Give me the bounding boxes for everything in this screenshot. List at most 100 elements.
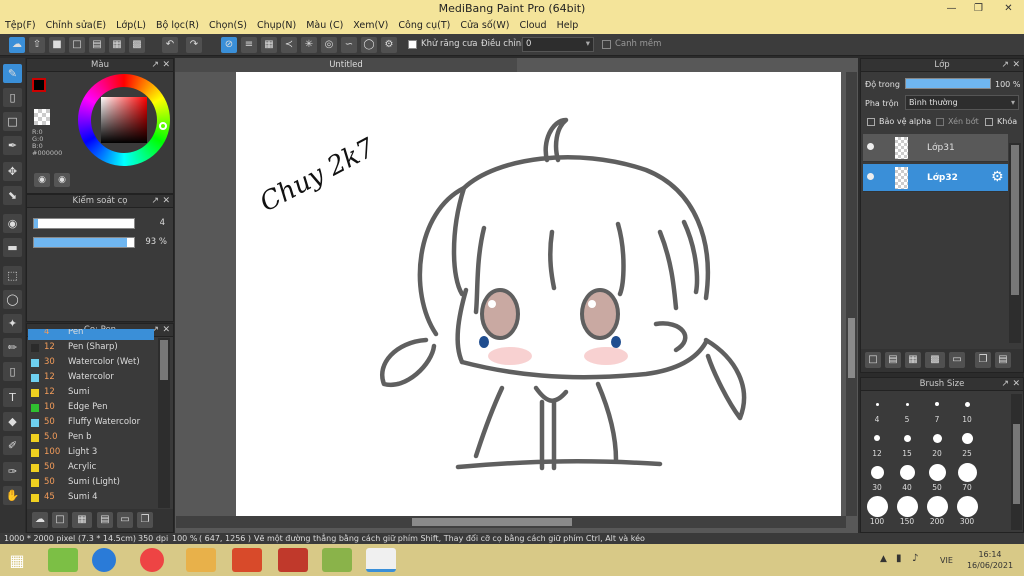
- brush-size-option[interactable]: 300: [953, 495, 981, 527]
- brush-size-option[interactable]: 25: [953, 427, 981, 459]
- clock[interactable]: 16:14 16/06/2021: [962, 549, 1018, 571]
- brush-item[interactable]: 12 Watercolor: [28, 370, 154, 385]
- comment-icon[interactable]: ■: [49, 37, 65, 53]
- close-icon[interactable]: ✕: [162, 195, 170, 208]
- menu-window[interactable]: Cửa số(W): [455, 17, 514, 34]
- adjust-input[interactable]: 0 ▾: [522, 37, 594, 52]
- layer-folder-icon[interactable]: ▭: [949, 352, 965, 368]
- circle-snap-icon[interactable]: ◯: [361, 37, 377, 53]
- network-icon[interactable]: ▮: [896, 553, 902, 564]
- new-halftone-layer-icon[interactable]: ▤: [885, 352, 901, 368]
- brush-size-option[interactable]: 4: [863, 393, 891, 425]
- chat-icon[interactable]: □: [69, 37, 85, 53]
- lock-checkbox[interactable]: [985, 118, 993, 126]
- cloud-icon[interactable]: ☁: [9, 37, 25, 53]
- brush-size-option[interactable]: 70: [953, 461, 981, 493]
- powerpoint-icon[interactable]: [232, 548, 262, 572]
- popout-icon[interactable]: ↗: [151, 195, 159, 208]
- language-indicator[interactable]: VIE: [940, 556, 953, 565]
- curve-snap-icon[interactable]: ∽: [341, 37, 357, 53]
- eye-icon[interactable]: [867, 173, 874, 180]
- gradient-tool-icon[interactable]: ▬: [3, 238, 22, 257]
- brush-size-slider[interactable]: [33, 218, 135, 229]
- brush-item[interactable]: 30 Watercolor (Wet): [28, 355, 154, 370]
- brush-size-option[interactable]: 10: [953, 393, 981, 425]
- saturation-square[interactable]: [101, 97, 147, 143]
- antialias-checkbox[interactable]: [408, 40, 417, 49]
- select-move-icon[interactable]: ⬊: [3, 186, 22, 205]
- new-layer-icon[interactable]: □: [865, 352, 881, 368]
- menu-file[interactable]: Tệp(F): [0, 17, 41, 34]
- brush-tool-icon[interactable]: ✎: [3, 64, 22, 83]
- move-tool-icon[interactable]: ✥: [3, 162, 22, 181]
- divide-tool-icon[interactable]: ◆: [3, 412, 22, 431]
- menu-snap[interactable]: Chụp(N): [252, 17, 301, 34]
- tray-arrow-icon[interactable]: ▲: [880, 554, 887, 564]
- folder-icon[interactable]: ▭: [117, 512, 133, 528]
- popout-icon[interactable]: ↗: [151, 59, 159, 72]
- close-icon[interactable]: ✕: [993, 0, 1024, 17]
- volume-icon[interactable]: ♪: [912, 553, 918, 564]
- minimize-icon[interactable]: —: [938, 0, 965, 17]
- close-icon[interactable]: ✕: [1012, 378, 1020, 391]
- snap-off-icon[interactable]: ⊘: [221, 37, 237, 53]
- palette-add-icon[interactable]: ◉: [54, 173, 70, 187]
- brush-size-scrollbar[interactable]: [1011, 394, 1022, 530]
- brush-size-value[interactable]: 4: [141, 217, 165, 230]
- menu-cloud[interactable]: Cloud: [514, 17, 551, 34]
- undo-icon[interactable]: ↶: [162, 37, 178, 53]
- brush-size-option[interactable]: 20: [923, 427, 951, 459]
- layer-list-scrollbar[interactable]: [1009, 143, 1021, 343]
- brush-list-scrollbar[interactable]: [158, 338, 170, 508]
- brush-size-option[interactable]: 12: [863, 427, 891, 459]
- eyedropper-icon[interactable]: ✑: [3, 462, 22, 481]
- brush-item[interactable]: 50 Fluffy Watercolor: [28, 415, 154, 430]
- add-layer-menu-icon[interactable]: ▩: [925, 352, 945, 368]
- cross-snap-icon[interactable]: ▦: [261, 37, 277, 53]
- gear-icon[interactable]: ⚙: [381, 37, 397, 53]
- brush-size-option[interactable]: 40: [893, 461, 921, 493]
- brush-size-option[interactable]: 30: [863, 461, 891, 493]
- brush-item[interactable]: 5.0 Pen b: [28, 430, 154, 445]
- vanishing-point-icon[interactable]: ≺: [281, 37, 297, 53]
- new-brush-icon[interactable]: □: [52, 512, 68, 528]
- brush-size-option[interactable]: 100: [863, 495, 891, 527]
- app-icon[interactable]: [278, 548, 308, 572]
- document-icon[interactable]: ▤: [89, 37, 105, 53]
- duplicate-icon[interactable]: ❐: [137, 512, 153, 528]
- grid-icon[interactable]: ▩: [129, 37, 145, 53]
- canhmem-checkbox[interactable]: [602, 40, 611, 49]
- menu-color[interactable]: Màu (C): [301, 17, 348, 34]
- close-icon[interactable]: ✕: [1012, 59, 1020, 72]
- vertical-scrollbar[interactable]: [846, 72, 857, 516]
- brush-size-option[interactable]: 15: [893, 427, 921, 459]
- page-list-icon[interactable]: ▦: [109, 37, 125, 53]
- transparent-color[interactable]: [34, 109, 50, 125]
- brush-item[interactable]: 50 Sumi (Light): [28, 475, 154, 490]
- drawing-canvas[interactable]: Chuy 2k7: [236, 72, 841, 516]
- brush-size-option[interactable]: 50: [923, 461, 951, 493]
- brush-item-selected[interactable]: 4 Pen: [28, 329, 154, 340]
- layer-row[interactable]: Lớp31: [863, 134, 1008, 162]
- bluestacks-icon[interactable]: [48, 548, 78, 572]
- radial-snap-icon[interactable]: ✳: [301, 37, 317, 53]
- add-brush-icon[interactable]: ▦: [72, 512, 92, 528]
- hand-tool-icon[interactable]: ✋: [3, 486, 22, 505]
- brush-cloud-icon[interactable]: ☁: [32, 512, 48, 528]
- brush-item[interactable]: 100 Light 3: [28, 445, 154, 460]
- brush-item[interactable]: 50 Acrylic: [28, 460, 154, 475]
- hue-handle[interactable]: [159, 122, 167, 130]
- foreground-color[interactable]: [32, 78, 46, 92]
- eye-icon[interactable]: [867, 143, 874, 150]
- layer-opacity-value[interactable]: 100 %: [995, 80, 1020, 89]
- document-tab[interactable]: Untitled: [175, 58, 517, 72]
- menu-tools[interactable]: Công cụ(T): [393, 17, 455, 34]
- windows-start-icon[interactable]: ▦: [8, 552, 26, 570]
- clipping-checkbox[interactable]: [936, 118, 944, 126]
- brush-opacity-slider[interactable]: [33, 237, 135, 248]
- layer-row-selected[interactable]: Lớp32 ⚙: [863, 164, 1008, 192]
- duplicate-layer-icon[interactable]: ❐: [975, 352, 991, 368]
- chrome-icon[interactable]: [140, 548, 164, 572]
- close-icon[interactable]: ✕: [162, 324, 170, 337]
- menu-select[interactable]: Chọn(S): [204, 17, 252, 34]
